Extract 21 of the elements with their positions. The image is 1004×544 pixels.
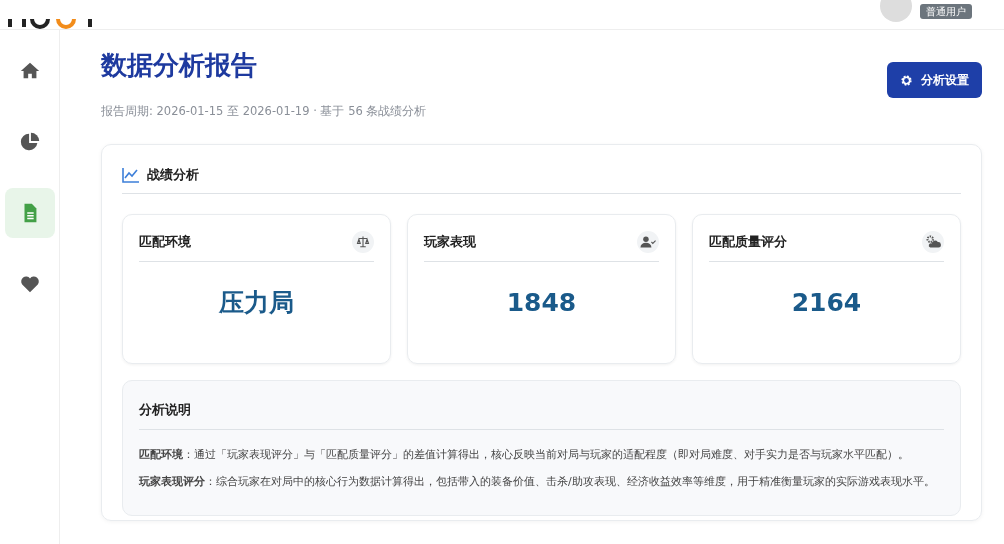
stat-value: 2164 xyxy=(790,286,863,319)
explanation-title: 分析说明 xyxy=(139,401,191,417)
line-chart-icon xyxy=(122,167,139,183)
cloud-gear-icon xyxy=(921,230,944,253)
stat-value: 压力局 xyxy=(218,286,295,319)
stat-value: 1848 xyxy=(505,286,578,319)
sidebar-item[interactable] xyxy=(4,188,55,238)
scale-icon xyxy=(352,230,374,253)
report-subtitle: 报告周期: 2026-01-15 至 2026-01-19 · 基于 56 条战绩分析 xyxy=(101,103,427,121)
stat-label: 玩家表现 xyxy=(424,233,476,252)
page-title: 数据分析报告 xyxy=(101,50,258,82)
user-check-icon xyxy=(636,230,659,253)
settings-button[interactable]: 分析设置 xyxy=(887,62,982,98)
settings-icon xyxy=(900,73,913,87)
section-title: 战绩分析 xyxy=(147,166,199,185)
stat-label: 匹配质量评分 xyxy=(708,233,787,252)
user-role-badge: 普通用户 xyxy=(920,4,972,19)
stat-label: 匹配环境 xyxy=(139,233,191,252)
pie-icon xyxy=(18,131,41,153)
explanation-paragraph: 玩家表现评分：综合玩家在对局中的核心行为数据计算得出，包括带入的装备价值、击杀/助攻表现、经济收益效率等维度，用于精准衡量玩家的实际游戏表现水平。 xyxy=(139,473,936,490)
explanation-paragraph: 匹配环境：通过「玩家表现评分」与「匹配质量评分」的差值计算得出，核心反映当前对局与玩家的适配程度（即对局难度、对手实力是否与玩家水平匹配）。 xyxy=(139,446,910,463)
